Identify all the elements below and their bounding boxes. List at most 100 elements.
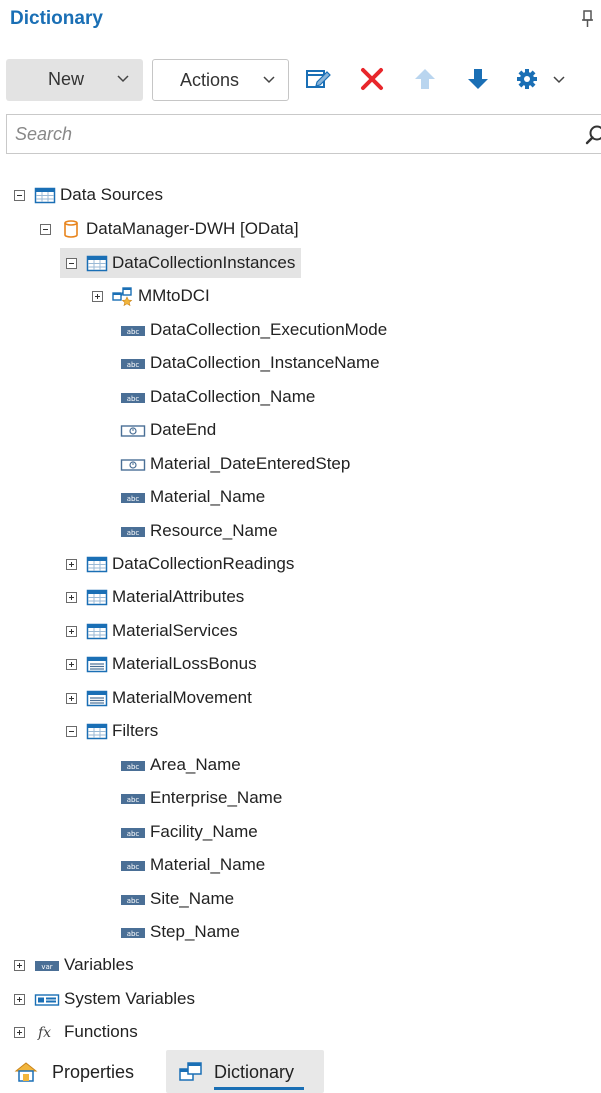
svg-text:abc: abc	[127, 361, 140, 369]
collapse-toggle[interactable]	[40, 223, 51, 235]
tree-node-label: MaterialLossBonus	[112, 654, 257, 673]
datasources-icon	[34, 187, 56, 204]
tree-node-table[interactable]: MaterialAttributes	[66, 582, 244, 612]
new-button[interactable]: New	[6, 59, 143, 101]
expand-toggle[interactable]	[66, 591, 77, 603]
tree-node-label: Variables	[64, 955, 134, 974]
tree-node-column[interactable]: abc Step_Name	[119, 917, 240, 947]
svg-text:fx: fx	[37, 1025, 51, 1041]
actions-button-label: Actions	[180, 70, 240, 90]
tree-node-variables[interactable]: var Variables	[14, 950, 134, 980]
tab-properties[interactable]: Properties	[10, 1050, 150, 1093]
tree-node-datacollectioninstances[interactable]: DataCollectionInstances	[59, 248, 302, 278]
search-box	[6, 114, 601, 154]
panel-header: Dictionary	[0, 0, 601, 40]
string-column-icon: abc	[121, 794, 145, 804]
datetime-column-icon	[120, 425, 146, 437]
collapse-toggle[interactable]	[66, 257, 77, 269]
svg-text:abc: abc	[127, 495, 140, 503]
tree-node-label: DataCollection_InstanceName	[150, 353, 380, 372]
chevron-down-icon[interactable]	[553, 74, 565, 84]
tree-node-column[interactable]: abc DataCollection_ExecutionMode	[119, 315, 387, 345]
settings-gear-icon[interactable]	[513, 66, 541, 92]
expand-toggle[interactable]	[66, 658, 77, 670]
tree-node-label: Data Sources	[60, 185, 163, 204]
expand-toggle[interactable]	[92, 290, 103, 302]
tree-node-column[interactable]: abc Enterprise_Name	[119, 783, 282, 813]
svg-text:abc: abc	[127, 863, 140, 871]
tree-node-column[interactable]: abc Facility_Name	[119, 817, 258, 847]
tree-node-column[interactable]: abc Material_Name	[119, 482, 265, 512]
collapse-toggle[interactable]	[66, 725, 77, 737]
relation-icon	[112, 287, 133, 306]
string-column-icon: abc	[121, 326, 145, 336]
expand-toggle[interactable]	[14, 993, 25, 1005]
search-icon[interactable]	[585, 124, 601, 146]
system-variable-icon	[34, 994, 60, 1006]
string-column-icon: abc	[121, 761, 145, 771]
tree-node-column[interactable]: abc Resource_Name	[119, 516, 278, 546]
actions-button[interactable]: Actions	[152, 59, 289, 101]
move-up-icon[interactable]	[411, 66, 439, 92]
expand-toggle[interactable]	[14, 1026, 25, 1038]
tree-node-label: Step_Name	[150, 922, 240, 941]
tree-node-filters[interactable]: Filters	[66, 716, 158, 746]
string-column-icon: abc	[121, 861, 145, 871]
chevron-down-icon	[263, 76, 275, 84]
svg-text:abc: abc	[127, 529, 140, 537]
tree-node-table[interactable]: MaterialServices	[66, 616, 238, 646]
tree-node-column[interactable]: DateEnd	[119, 415, 216, 445]
tree-node-label: MaterialAttributes	[112, 587, 245, 606]
tree-node-label: Site_Name	[150, 889, 235, 908]
tree-node-label: Facility_Name	[150, 822, 258, 841]
expand-toggle[interactable]	[66, 625, 77, 637]
tree-node-column[interactable]: Material_DateEnteredStep	[119, 449, 350, 479]
tree-node-functions[interactable]: fx Functions	[14, 1017, 138, 1047]
tree-node-label: DataCollection_Name	[150, 387, 316, 406]
tree-node-column[interactable]: abc Area_Name	[119, 750, 241, 780]
tree-node-datamanager[interactable]: DataManager-DWH [OData]	[40, 214, 299, 244]
tree-node-table[interactable]: MaterialLossBonus	[66, 649, 257, 679]
string-column-icon: abc	[121, 359, 145, 369]
tree-node-label: DataCollectionReadings	[112, 554, 295, 573]
svg-text:abc: abc	[127, 897, 140, 905]
tab-properties-label: Properties	[52, 1062, 135, 1082]
toolbar: New Actions	[0, 57, 601, 103]
pin-icon[interactable]	[581, 10, 595, 28]
string-column-icon: abc	[121, 493, 145, 503]
expand-toggle[interactable]	[66, 692, 77, 704]
bottom-tabs: Properties Dictionary	[0, 1050, 601, 1093]
table-icon	[86, 556, 108, 573]
search-input[interactable]	[15, 120, 555, 148]
collapse-toggle[interactable]	[14, 189, 25, 201]
tree-node-label: Filters	[112, 721, 159, 740]
tree-node-column[interactable]: abc Material_Name	[119, 850, 265, 880]
tree-node-column[interactable]: abc DataCollection_InstanceName	[119, 348, 380, 378]
tree-node-column[interactable]: abc Site_Name	[119, 884, 234, 914]
tree-node-column[interactable]: abc DataCollection_Name	[119, 382, 315, 412]
tree-node-mmtodci[interactable]: MMtoDCI	[92, 281, 210, 311]
svg-text:var: var	[41, 963, 52, 971]
tree-node-label: Functions	[64, 1022, 138, 1041]
tree-node-data-sources[interactable]: Data Sources	[14, 180, 163, 210]
edit-icon[interactable]	[304, 66, 332, 92]
tab-dictionary[interactable]: Dictionary	[166, 1050, 324, 1093]
variable-icon: var	[35, 961, 59, 971]
move-down-icon[interactable]	[464, 66, 492, 92]
delete-icon[interactable]	[358, 66, 386, 92]
svg-text:abc: abc	[127, 328, 140, 336]
tree-node-label: DataManager-DWH [OData]	[86, 219, 299, 238]
expand-toggle[interactable]	[66, 558, 77, 570]
tree-node-table[interactable]: DataCollectionReadings	[66, 549, 294, 579]
tree-node-label: MMtoDCI	[138, 286, 210, 305]
view-icon	[86, 656, 108, 673]
svg-text:abc: abc	[127, 930, 140, 938]
tree-node-system-variables[interactable]: System Variables	[14, 984, 195, 1014]
tree-node-table[interactable]: MaterialMovement	[66, 683, 252, 713]
tree-node-label: Material_Name	[150, 487, 266, 506]
table-icon	[86, 623, 108, 640]
string-column-icon: abc	[121, 928, 145, 938]
string-column-icon: abc	[121, 828, 145, 838]
expand-toggle[interactable]	[14, 959, 25, 971]
tree-node-label: MaterialServices	[112, 621, 238, 640]
